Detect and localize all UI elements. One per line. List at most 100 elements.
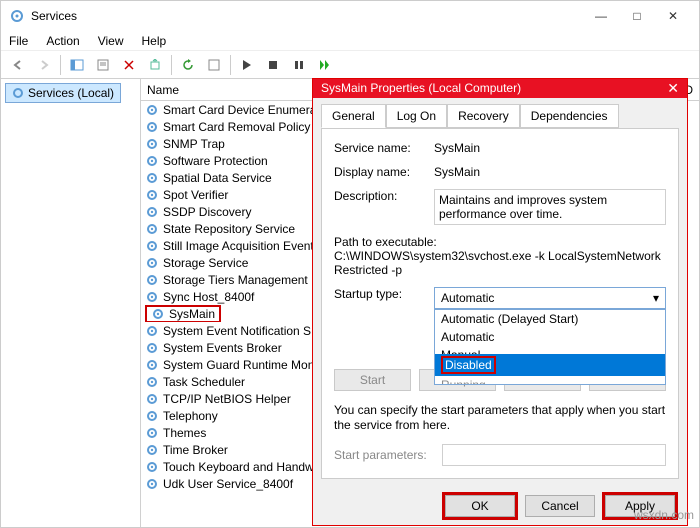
- gear-icon: [145, 171, 159, 185]
- toolbar-export-button[interactable]: [143, 54, 167, 76]
- menu-help[interactable]: Help: [140, 32, 169, 50]
- menubar[interactable]: File Action View Help: [1, 31, 699, 51]
- option-disabled[interactable]: Disabled: [435, 354, 665, 376]
- nav-forward-button[interactable]: [32, 54, 56, 76]
- titlebar[interactable]: Services — □ ✕: [1, 1, 699, 31]
- list-item-label: Sync Host_8400f: [163, 290, 254, 304]
- window-controls: — □ ✕: [583, 3, 691, 29]
- column-name[interactable]: Name: [147, 83, 179, 97]
- dialog-tabs: General Log On Recovery Dependencies: [313, 98, 687, 128]
- list-item-label: Smart Card Device Enumerat...: [163, 103, 330, 117]
- gear-icon: [145, 290, 159, 304]
- list-item-label: System Events Broker: [163, 341, 282, 355]
- list-item-label: Telephony: [163, 409, 218, 423]
- option-auto-delayed[interactable]: Automatic (Delayed Start): [435, 310, 665, 328]
- toolbar-properties-button[interactable]: [91, 54, 115, 76]
- list-item-label: Smart Card Removal Policy: [163, 120, 310, 134]
- watermark: wsxdn.com: [634, 508, 694, 522]
- list-item-label: SSDP Discovery: [163, 205, 251, 219]
- menu-file[interactable]: File: [7, 32, 30, 50]
- label-service-name: Service name:: [334, 141, 434, 155]
- tab-logon[interactable]: Log On: [386, 104, 447, 128]
- value-description: Maintains and improves system performanc…: [434, 189, 666, 225]
- dialog-titlebar[interactable]: SysMain Properties (Local Computer) ✕: [313, 79, 687, 98]
- startup-options-list[interactable]: Automatic (Delayed Start) Automatic Manu…: [434, 309, 666, 385]
- list-item-label: Spot Verifier: [163, 188, 228, 202]
- startup-selected[interactable]: Automatic ▾: [434, 287, 666, 309]
- label-display-name: Display name:: [334, 165, 434, 179]
- toolbar-view-button[interactable]: [65, 54, 89, 76]
- value-display-name: SysMain: [434, 165, 666, 179]
- label-start-parameters: Start parameters:: [334, 448, 434, 462]
- general-panel: Service name: SysMain Display name: SysM…: [321, 128, 679, 479]
- label-path: Path to executable:: [334, 235, 666, 249]
- close-icon[interactable]: ✕: [667, 80, 679, 97]
- tree-node-label: Services (Local): [28, 86, 114, 100]
- menu-action[interactable]: Action: [44, 32, 81, 50]
- list-item-label: System Event Notification S...: [163, 324, 321, 338]
- label-description: Description:: [334, 189, 434, 203]
- start-parameters-input[interactable]: [442, 444, 666, 466]
- toolbar: [1, 51, 699, 79]
- gear-icon: [145, 137, 159, 151]
- tab-dependencies[interactable]: Dependencies: [520, 104, 619, 128]
- nav-back-button[interactable]: [6, 54, 30, 76]
- service-stop-button[interactable]: [261, 54, 285, 76]
- list-item-label: SNMP Trap: [163, 137, 225, 151]
- gear-icon: [145, 154, 159, 168]
- service-restart-button[interactable]: [313, 54, 337, 76]
- list-item-label: SysMain: [169, 307, 215, 321]
- gear-icon: [145, 409, 159, 423]
- services-icon: [9, 8, 25, 24]
- chevron-down-icon: ▾: [653, 291, 659, 305]
- label-startup-type: Startup type:: [334, 287, 434, 301]
- minimize-button[interactable]: —: [583, 3, 619, 29]
- gear-icon: [145, 239, 159, 253]
- gear-icon: [145, 188, 159, 202]
- toolbar-refresh-button[interactable]: [176, 54, 200, 76]
- tab-general[interactable]: General: [321, 104, 386, 128]
- option-running-cut[interactable]: Running: [435, 376, 665, 384]
- toolbar-list-button[interactable]: [202, 54, 226, 76]
- list-item-label: Time Broker: [163, 443, 228, 457]
- service-start-button[interactable]: [235, 54, 259, 76]
- option-automatic[interactable]: Automatic: [435, 328, 665, 346]
- ok-button[interactable]: OK: [445, 495, 515, 517]
- dialog-title: SysMain Properties (Local Computer): [321, 81, 521, 95]
- gear-icon: [145, 205, 159, 219]
- gear-icon: [145, 256, 159, 270]
- tab-recovery[interactable]: Recovery: [447, 104, 520, 128]
- maximize-button[interactable]: □: [619, 3, 655, 29]
- close-window-button[interactable]: ✕: [655, 3, 691, 29]
- gear-icon: [145, 324, 159, 338]
- service-pause-button[interactable]: [287, 54, 311, 76]
- list-item-label: Themes: [163, 426, 206, 440]
- option-manual[interactable]: Manual: [435, 346, 665, 354]
- gear-icon: [145, 392, 159, 406]
- menu-view[interactable]: View: [96, 32, 126, 50]
- gear-icon: [145, 460, 159, 474]
- gear-icon: [145, 341, 159, 355]
- gear-icon: [145, 477, 159, 491]
- gear-icon: [145, 120, 159, 134]
- list-item-label: Udk User Service_8400f: [163, 477, 293, 491]
- gear-icon: [145, 375, 159, 389]
- dialog-button-row: OK Cancel Apply: [313, 487, 687, 525]
- list-item-label: TCP/IP NetBIOS Helper: [163, 392, 291, 406]
- list-item-label: Software Protection: [163, 154, 268, 168]
- toolbar-delete-button[interactable]: [117, 54, 141, 76]
- list-item-label: Storage Service: [163, 256, 248, 270]
- list-item-label: Still Image Acquisition Events: [163, 239, 320, 253]
- startup-type-combo[interactable]: Automatic ▾ Automatic (Delayed Start) Au…: [434, 287, 666, 309]
- start-button[interactable]: Start: [334, 369, 411, 391]
- list-item-label: Touch Keyboard and Handw...: [163, 460, 323, 474]
- gear-icon: [12, 87, 24, 99]
- value-path: C:\WINDOWS\system32\svchost.exe -k Local…: [334, 249, 666, 277]
- list-item-label: State Repository Service: [163, 222, 295, 236]
- tree-node-services-local[interactable]: Services (Local): [5, 83, 121, 103]
- gear-icon: [145, 443, 159, 457]
- cancel-button[interactable]: Cancel: [525, 495, 595, 517]
- list-item-label: Spatial Data Service: [163, 171, 272, 185]
- list-item-label: Storage Tiers Management: [163, 273, 308, 287]
- tree-pane[interactable]: Services (Local): [1, 79, 141, 527]
